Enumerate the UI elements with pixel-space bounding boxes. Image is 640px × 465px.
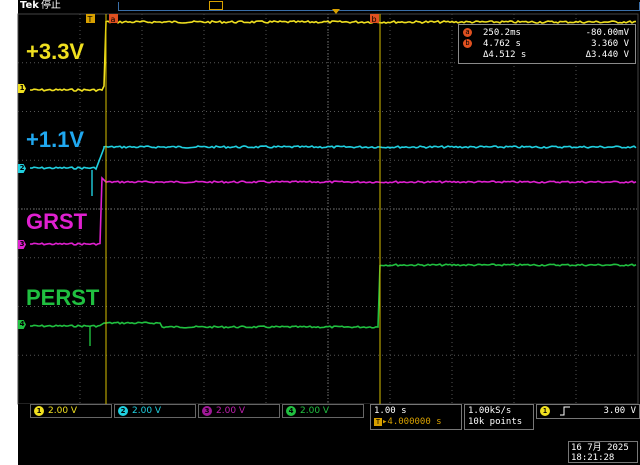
oscilloscope-screen: Tek 停止 Tab +3.3V +1.1V GRST PERST a 250.2m…: [0, 0, 640, 465]
waveform-display[interactable]: Tab: [0, 0, 640, 465]
cursor-b-tag[interactable]: b: [370, 14, 379, 24]
ch3-number: 3: [202, 406, 212, 416]
cursor-b-value: 3.360 V: [591, 39, 629, 49]
ch1-scale[interactable]: 1 2.00 V: [30, 404, 112, 418]
ch2-number: 2: [118, 406, 128, 416]
trigger-box[interactable]: 1 3.00 V: [536, 404, 640, 419]
cursors[interactable]: Ta b: [86, 9, 381, 404]
timebase-box[interactable]: 1.00 s T ▸4.000000 s: [370, 404, 462, 430]
cursor-b-tag-text: b: [371, 15, 376, 24]
cursor-a-time: 250.2ms: [483, 28, 521, 38]
ch3-scale[interactable]: 3 2.00 V: [198, 404, 280, 418]
trigger-source: 1: [540, 406, 550, 416]
label-3v3: +3.3V: [26, 39, 85, 64]
graticule: [17, 13, 639, 405]
ch2-trace: [29, 145, 637, 171]
cursor-a-icon: a: [463, 28, 472, 37]
time-text: 18:21:28: [571, 453, 615, 463]
date-text: 16 7月 2025: [571, 443, 629, 453]
cursor-a-tag[interactable]: a: [109, 14, 118, 24]
ch1-scale-value: 2.00 V: [48, 406, 78, 416]
sample-rate: 1.00kS/s: [468, 406, 512, 416]
record-length: 10k points: [468, 417, 523, 427]
cursor-delta-value: Δ3.440 V: [585, 50, 629, 60]
cursor-a-value: -80.00mV: [585, 28, 629, 38]
rising-edge-icon: [560, 406, 571, 416]
cursor-a-tag-text: a: [111, 15, 116, 24]
traces: [29, 19, 637, 346]
ch4-trace: [29, 263, 637, 329]
label-perst: PERST: [26, 285, 100, 310]
ch4-scale[interactable]: 4 2.00 V: [282, 404, 364, 418]
timebase-scale: 1.00 s: [374, 406, 407, 416]
trigger-level: 3.00 V: [603, 406, 636, 416]
ch2-scale[interactable]: 2 2.00 V: [114, 404, 196, 418]
ch2-scale-value: 2.00 V: [132, 406, 162, 416]
cursor-b-icon: b: [463, 39, 472, 48]
trigger-position-marker[interactable]: T: [86, 14, 95, 24]
ch3-trace: [29, 176, 637, 246]
label-1v1: +1.1V: [26, 127, 85, 152]
timebase-delay: ▸4.000000 s: [382, 417, 442, 427]
cursor-readout: a 250.2ms -80.00mV b 4.762 s 3.360 V Δ4.512 …: [458, 24, 636, 64]
cursor-b-time: 4.762 s: [483, 39, 521, 49]
ch3-scale-value: 2.00 V: [216, 406, 246, 416]
cursor-delta-time: Δ4.512 s: [483, 50, 527, 60]
ch4-scale-value: 2.00 V: [300, 406, 330, 416]
ch4-number: 4: [286, 406, 296, 416]
ch1-number: 1: [34, 406, 44, 416]
acquisition-box[interactable]: 1.00kS/s 10k points: [464, 404, 534, 430]
trigger-position-marker-text: T: [87, 15, 93, 24]
trigger-time-arrow-icon: [332, 9, 340, 14]
datetime-box: 16 7月 2025 18:21:28: [568, 441, 638, 463]
label-grst: GRST: [26, 209, 88, 234]
trigger-position-icon: T: [374, 418, 382, 426]
